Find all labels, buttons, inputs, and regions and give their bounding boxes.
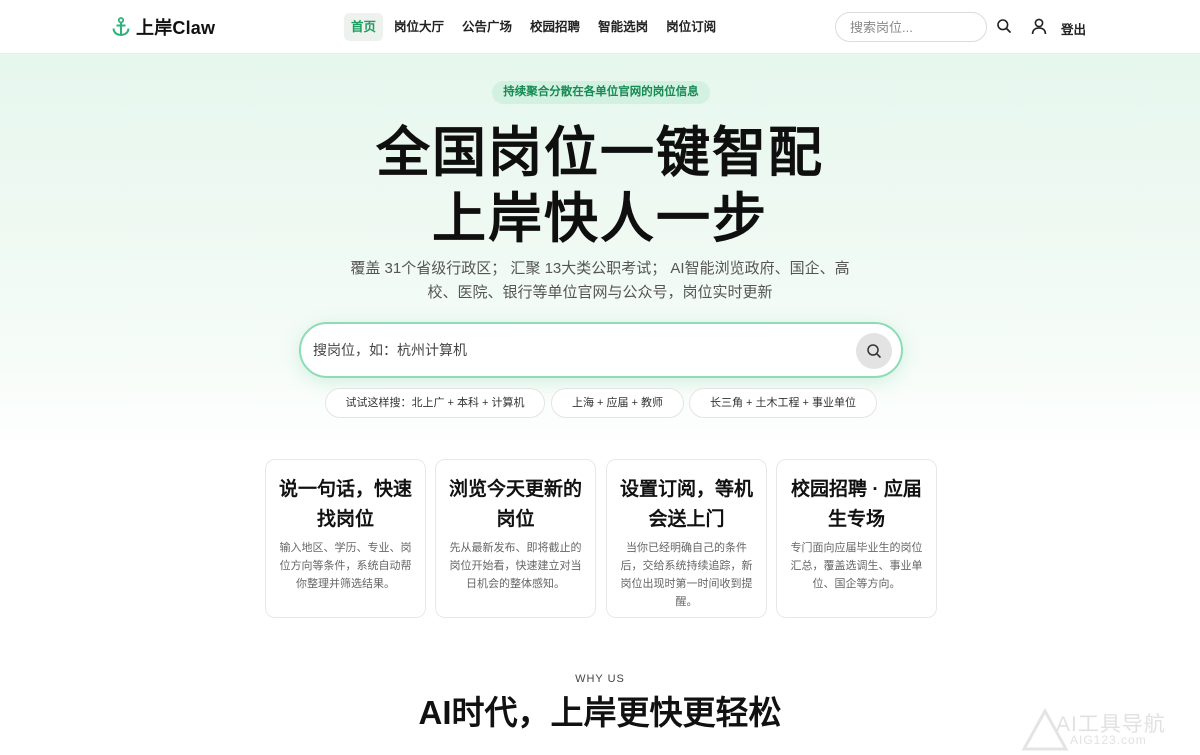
feature-card-desc: 专门面向应届毕业生的岗位汇总，覆盖选调生、事业单位、国企等方向。 — [790, 542, 923, 590]
hero-title-line-2: 上岸快人一步 — [432, 189, 768, 249]
search-suggestion-chip[interactable]: 长三角 + 土木工程 + 事业单位 — [689, 388, 877, 418]
nav-item-home[interactable]: 首页 — [344, 13, 384, 41]
search-suggestion-chip[interactable]: 上海 + 应届 + 教师 — [551, 388, 684, 418]
search-suggestion-chip[interactable]: 试试这样搜：北上广 + 本科 + 计算机 — [325, 388, 545, 418]
logout-link[interactable]: 登出 — [1061, 19, 1086, 38]
hero-title-line-1: 全国岗位一键智配 — [376, 123, 824, 183]
search-icon[interactable] — [996, 18, 1012, 34]
main-search-bar — [299, 322, 903, 378]
section-eyebrow: WHY US — [575, 673, 625, 685]
feature-card-subscription[interactable]: 设置订阅，等机会送上门 当你已经明确自己的条件后，交给系统持续追踪，新岗位出现时… — [606, 459, 767, 618]
main-search-input[interactable] — [313, 336, 833, 364]
hero-badge: 持续聚合分散在各单位官网的岗位信息 — [492, 81, 710, 104]
feature-card-title: 设置订阅，等机会送上门 — [619, 479, 753, 530]
main-nav: 首页 岗位大厅 公告广场 校园招聘 智能选岗 岗位订阅 — [344, 13, 727, 41]
nav-item-job-subscription[interactable]: 岗位订阅 — [659, 13, 723, 41]
feature-card-desc: 输入地区、学历、专业、岗位方向等条件，系统自动帮你整理并筛选结果。 — [279, 542, 412, 590]
top-navbar: 上岸Claw 首页 岗位大厅 公告广场 校园招聘 智能选岗 岗位订阅 登出 — [0, 0, 1200, 54]
search-icon — [867, 344, 881, 358]
feature-card-title: 浏览今天更新的岗位 — [448, 479, 582, 530]
feature-card-desc: 先从最新发布、即将截止的岗位开始看，快速建立对当日机会的整体感知。 — [449, 542, 582, 590]
hero-subtitle: 覆盖 31个省级行政区； 汇聚 13大类公职考试； AI智能浏览政府、国企、高 … — [340, 257, 860, 305]
nav-item-announcements[interactable]: 公告广场 — [455, 13, 519, 41]
feature-card-campus[interactable]: 校园招聘 · 应届生专场 专门面向应届毕业生的岗位汇总，覆盖选调生、事业单位、国… — [776, 459, 937, 618]
watermark: AI工具导航 AIG123.com — [1020, 705, 1195, 751]
nav-item-smart-match[interactable]: 智能选岗 — [591, 13, 655, 41]
brand-logo[interactable]: 上岸Claw — [112, 15, 215, 39]
header-search-input[interactable] — [835, 12, 987, 42]
feature-card-title: 说一句话，快速找岗位 — [278, 479, 412, 530]
feature-card-desc: 当你已经明确自己的条件后，交给系统持续追踪，新岗位出现时第一时间收到提醒。 — [620, 542, 753, 608]
main-search-button[interactable] — [856, 333, 892, 369]
anchor-icon — [112, 17, 130, 37]
watermark-line-2: AIG123.com — [1070, 733, 1147, 747]
feature-card-title: 校园招聘 · 应届生专场 — [791, 479, 922, 530]
nav-item-campus-recruiting[interactable]: 校园招聘 — [523, 13, 587, 41]
nav-item-job-hall[interactable]: 岗位大厅 — [387, 13, 451, 41]
feature-card-quick-search[interactable]: 说一句话，快速找岗位 输入地区、学历、专业、岗位方向等条件，系统自动帮你整理并筛… — [265, 459, 426, 618]
hero-subtitle-line-2: 校、医院、银行等单位官网与公众号，岗位实时更新 — [427, 284, 773, 301]
user-icon[interactable] — [1031, 18, 1047, 35]
hero-subtitle-line-1: 覆盖 31个省级行政区； 汇聚 13大类公职考试； AI智能浏览政府、国企、高 — [350, 260, 850, 277]
feature-card-today-updates[interactable]: 浏览今天更新的岗位 先从最新发布、即将截止的岗位开始看，快速建立对当日机会的整体… — [435, 459, 596, 618]
brand-name: 上岸Claw — [136, 18, 216, 38]
